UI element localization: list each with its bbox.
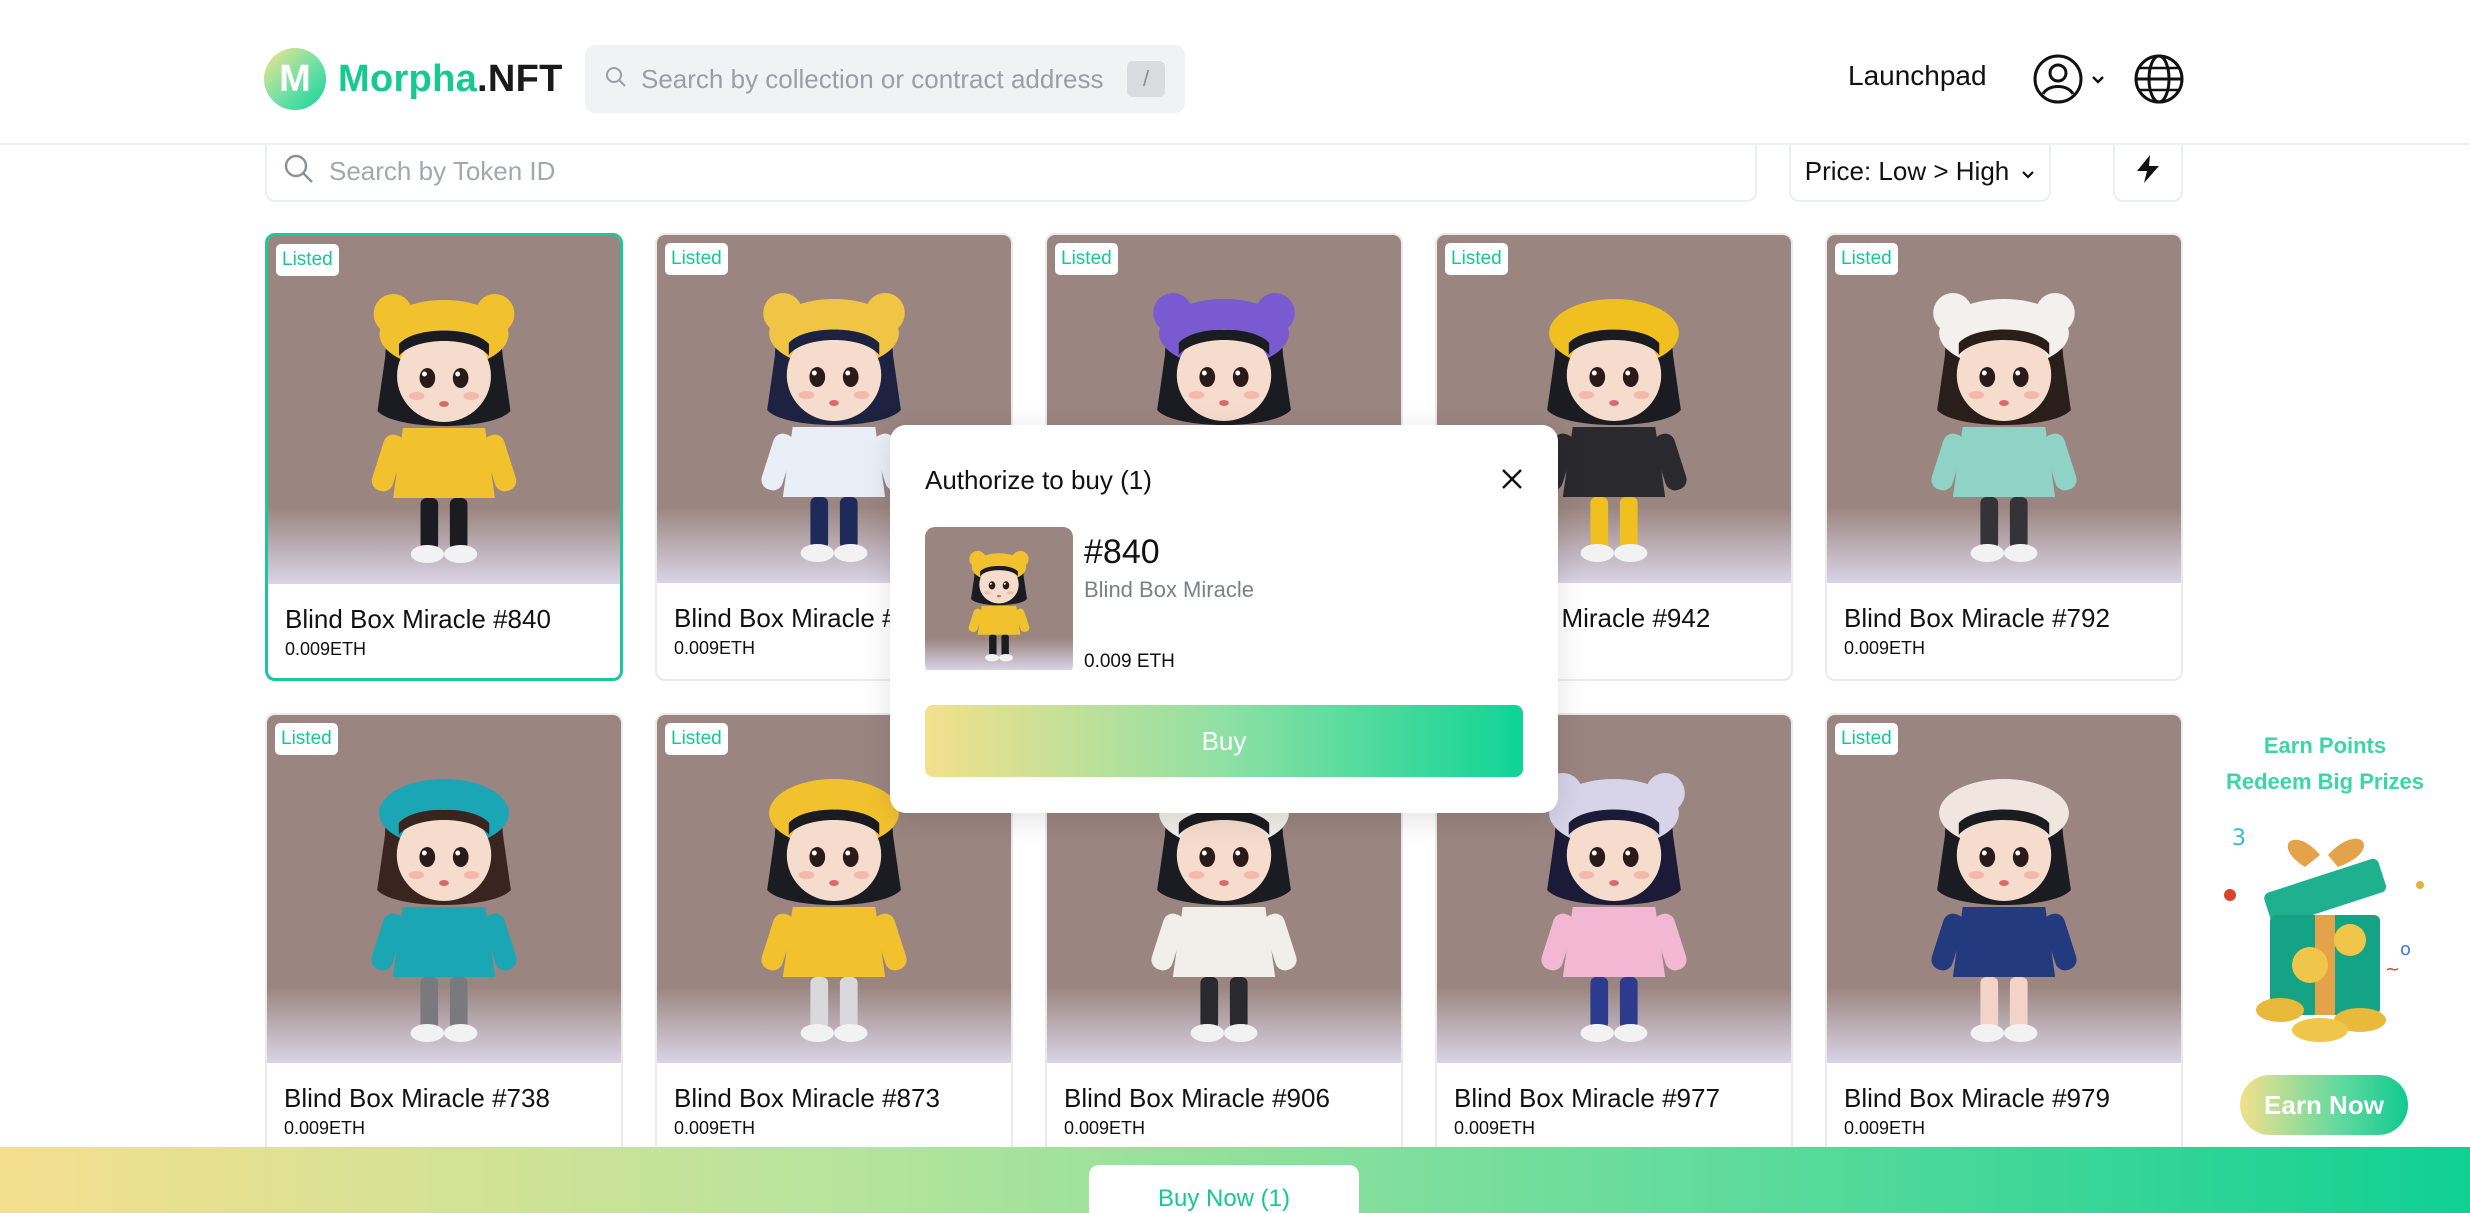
nft-price: 0.009ETH: [1844, 1118, 1926, 1138]
collection-search[interactable]: /: [585, 45, 1185, 113]
sort-label: Price: Low > High: [1804, 155, 2010, 186]
bottom-action-bar: Buy Now (1): [0, 1147, 2470, 1213]
search-icon: [283, 153, 315, 190]
promo-subheadline: Redeem Big Prizes: [2225, 769, 2425, 794]
listed-badge: Listed: [665, 243, 728, 275]
buy-button[interactable]: Buy: [925, 705, 1523, 777]
collection-name: Blind Box Miracle: [1084, 577, 1254, 602]
nft-image: [268, 236, 620, 584]
chevron-down-icon: [2021, 156, 2035, 187]
lightning-bolt-icon: [2134, 154, 2162, 189]
token-id-search-input[interactable]: [329, 155, 1739, 187]
nft-name: Blind Box Miracle #873: [674, 1083, 940, 1113]
search-icon: [605, 66, 627, 93]
logo-text-secondary: .NFT: [477, 57, 563, 100]
nft-price: 0.009ETH: [285, 639, 367, 659]
nft-name: Blind Box Miracle #840: [285, 604, 551, 634]
collection-search-input[interactable]: [641, 63, 1127, 95]
nft-price: 0.009ETH: [674, 638, 756, 658]
nft-card[interactable]: Listed Blind Box Miracle #738 0.009ETH: [265, 713, 623, 1161]
nft-card[interactable]: Listed Blind Box Miracle #979 0.009ETH: [1825, 713, 2183, 1161]
listed-badge: Listed: [276, 244, 339, 276]
launchpad-link[interactable]: Launchpad: [1848, 60, 1987, 92]
nft-thumbnail: [925, 527, 1073, 675]
listed-badge: Listed: [1835, 243, 1898, 275]
promo-headline: Earn Points: [2263, 733, 2387, 758]
earn-points-promo: Earn Points Redeem Big Prizes 3 o ~ Earn…: [2190, 725, 2460, 1145]
authorize-buy-dialog: Authorize to buy (1) #840 Blind Box Mira…: [890, 425, 1558, 813]
listed-badge: Listed: [1835, 723, 1898, 755]
site-logo[interactable]: M Morpha.NFT: [264, 48, 563, 110]
nft-image: [267, 715, 621, 1063]
listed-badge: Listed: [1055, 243, 1118, 275]
nft-name: Blind Box Miracle #979: [1844, 1083, 2110, 1113]
nft-price: 0.009ETH: [1844, 638, 1926, 658]
search-shortcut-key: /: [1127, 61, 1165, 97]
nft-name: Blind Box Miracle #906: [1064, 1083, 1330, 1113]
sort-dropdown[interactable]: Price: Low > High: [1789, 142, 2051, 202]
close-icon[interactable]: [1498, 465, 1526, 493]
nft-price: 0.009ETH: [284, 1118, 366, 1138]
nft-name: Blind Box Miracle #792: [1844, 603, 2110, 633]
nft-card[interactable]: Listed Blind Box Miracle #792 0.009ETH: [1825, 233, 2183, 681]
nft-name: Blind Box Miracle #977: [1454, 1083, 1720, 1113]
listed-badge: Listed: [665, 723, 728, 755]
svg-text:~: ~: [2385, 959, 2400, 980]
token-id-search[interactable]: [265, 142, 1757, 202]
token-price: 0.009 ETH: [1084, 651, 1175, 672]
quick-buy-toggle[interactable]: [2113, 142, 2183, 202]
nft-name: t Miracle #942: [1547, 603, 1711, 633]
nft-image: [1827, 235, 2181, 583]
chevron-down-icon: [2090, 73, 2106, 91]
nft-name: Blind Box Miracle #738: [284, 1083, 550, 1113]
user-icon: [2032, 53, 2084, 110]
nft-name: Blind Box Miracle #: [674, 603, 897, 633]
earn-now-button[interactable]: Earn Now: [2240, 1075, 2408, 1135]
gift-box-icon: 3 o ~: [2210, 815, 2440, 1060]
buy-now-button[interactable]: Buy Now (1): [1089, 1165, 1359, 1213]
listed-badge: Listed: [1445, 243, 1508, 275]
nft-price: 0.009ETH: [1454, 1118, 1536, 1138]
dialog-title: Authorize to buy (1): [925, 465, 1152, 495]
listed-badge: Listed: [275, 723, 338, 755]
nft-card[interactable]: Listed Blind Box Miracle #840 0.009ETH: [265, 233, 623, 681]
logo-mark-icon: M: [264, 48, 326, 110]
language-globe-icon[interactable]: [2133, 53, 2185, 110]
token-id: #840: [1084, 533, 1160, 571]
svg-text:3: 3: [2232, 826, 2246, 851]
svg-text:o: o: [2400, 939, 2411, 960]
top-header: M Morpha.NFT / Launchpad: [0, 0, 2470, 145]
nft-price: 0.009ETH: [674, 1118, 756, 1138]
account-menu[interactable]: [2032, 53, 2106, 110]
logo-text-primary: Morpha: [338, 57, 478, 100]
nft-price: 0.009ETH: [1064, 1118, 1146, 1138]
logo-text: Morpha.NFT: [338, 58, 563, 101]
nft-image: [1827, 715, 2181, 1063]
